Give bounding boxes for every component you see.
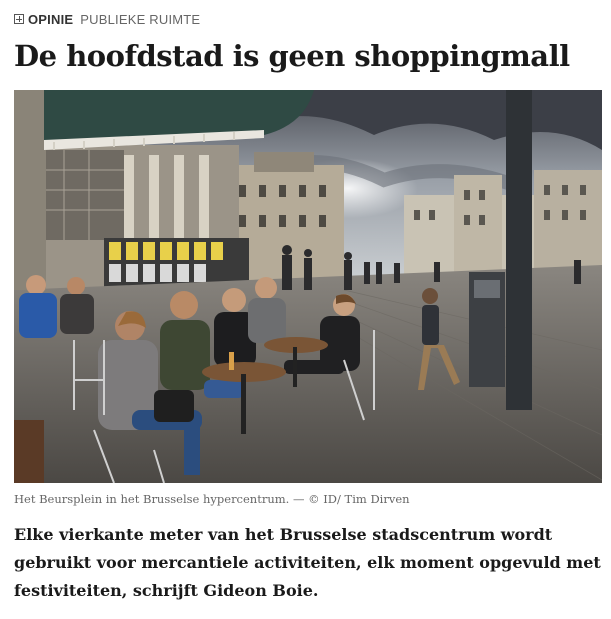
subsection-label[interactable]: PUBLIEKE RUIMTE	[80, 12, 200, 27]
photo-caption: Het Beursplein in het Brusselse hypercen…	[14, 492, 410, 506]
article-lead: Elke vierkante meter van het Brusselse s…	[14, 525, 601, 600]
section-label[interactable]: OPINIE	[28, 12, 73, 27]
article-photo	[14, 90, 602, 483]
article-kicker: OPINIE PUBLIEKE RUIMTE	[14, 10, 200, 28]
plus-square-icon[interactable]	[14, 14, 24, 24]
article-headline: De hoofdstad is geen shoppingmall	[14, 39, 570, 73]
